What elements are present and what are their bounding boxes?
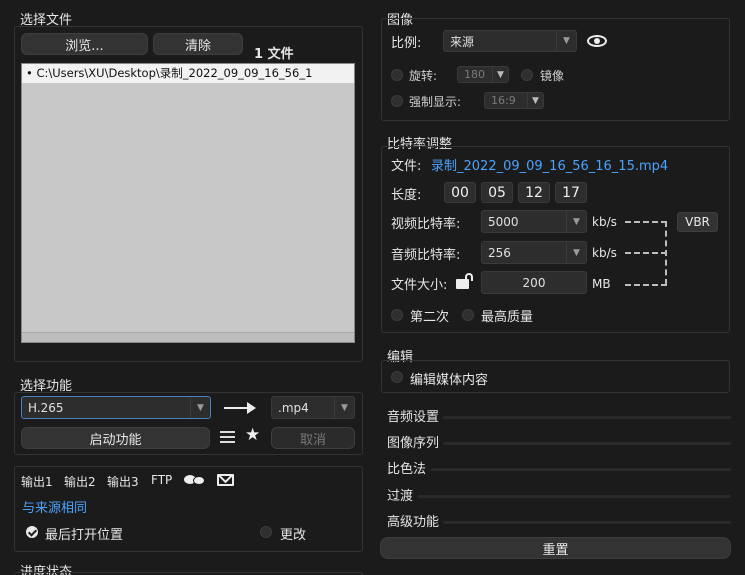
chevron-down-icon: ▼ xyxy=(556,31,576,51)
file-size-value: 200 xyxy=(522,275,546,290)
audio-bitrate-label: 音频比特率: xyxy=(391,248,461,263)
tab-output2[interactable]: 输出2 xyxy=(64,473,96,490)
start-function-button[interactable]: 启动功能 xyxy=(21,427,210,449)
section-label: 比色法 xyxy=(387,462,427,477)
mirror-label: 镜像 xyxy=(540,69,565,83)
length-hours[interactable]: 00 xyxy=(444,182,476,203)
length-frames[interactable]: 17 xyxy=(555,182,587,203)
change-label: 更改 xyxy=(280,528,307,543)
tab-output3[interactable]: 输出3 xyxy=(107,473,139,490)
star-icon[interactable]: ★ xyxy=(245,425,260,445)
file-list-item[interactable]: • C:\Users\XU\Desktop\录制_2022_09_09_16_5… xyxy=(22,64,354,83)
reset-button[interactable]: 重置 xyxy=(380,537,731,559)
length-minutes[interactable]: 05 xyxy=(481,182,513,203)
chevron-down-icon: ▼ xyxy=(566,211,586,232)
edit-media-radio[interactable] xyxy=(391,371,403,383)
file-list[interactable]: • C:\Users\XU\Desktop\录制_2022_09_09_16_5… xyxy=(21,63,355,343)
vbr-button[interactable]: VBR xyxy=(677,212,718,232)
link-line-audio xyxy=(625,252,667,254)
file-count: 1 文件 xyxy=(254,47,294,62)
open-last-label: 最后打开位置 xyxy=(45,528,124,543)
section-transition[interactable]: 过渡 xyxy=(387,485,731,504)
section-label: 高级功能 xyxy=(387,515,440,530)
tab-output1[interactable]: 输出1 xyxy=(21,473,53,490)
rotate-radio[interactable] xyxy=(391,69,403,81)
file-label: 文件: xyxy=(391,159,422,174)
edit-media-label: 编辑媒体内容 xyxy=(410,373,489,388)
change-radio[interactable] xyxy=(260,526,272,538)
video-unit: kb/s xyxy=(592,215,617,229)
rotate-value: 180 xyxy=(464,68,485,81)
audio-bitrate-value: 256 xyxy=(488,245,511,260)
chevron-down-icon: ▼ xyxy=(190,397,210,418)
chevron-down-icon: ▼ xyxy=(566,242,586,263)
section-label: 图像序列 xyxy=(387,436,440,451)
section-label: 过渡 xyxy=(387,489,414,504)
file-size-input[interactable]: 200 xyxy=(481,271,587,294)
section-label: 音频设置 xyxy=(387,410,440,425)
file-size-label: 文件大小: xyxy=(391,278,448,293)
lock-icon[interactable] xyxy=(456,273,476,289)
length-seconds[interactable]: 12 xyxy=(518,182,550,203)
section-image-sequence[interactable]: 图像序列 xyxy=(387,432,731,451)
same-as-source-link[interactable]: 与来源相同 xyxy=(22,497,87,516)
codec-value: H.265 xyxy=(28,400,64,415)
menu-icon[interactable] xyxy=(220,431,235,444)
file-list-hscrollbar[interactable] xyxy=(22,332,354,342)
chevron-down-icon: ▼ xyxy=(527,93,543,108)
video-bitrate-input[interactable]: 5000 ▼ xyxy=(481,210,587,233)
mirror-radio[interactable] xyxy=(521,69,533,81)
clear-button[interactable]: 清除 xyxy=(153,33,243,55)
bitrate-panel xyxy=(381,146,730,333)
second-pass-label: 第二次 xyxy=(410,310,450,325)
rotate-select[interactable]: 180 ▼ xyxy=(457,66,509,83)
force-display-radio[interactable] xyxy=(391,95,403,107)
ratio-value: 来源 xyxy=(450,34,475,49)
tab-ftp[interactable]: FTP xyxy=(151,473,172,487)
arrow-right-icon xyxy=(224,402,256,414)
audio-bitrate-input[interactable]: 256 ▼ xyxy=(481,241,587,264)
size-unit: MB xyxy=(592,277,611,291)
video-bitrate-value: 5000 xyxy=(488,214,519,229)
force-display-value: 16:9 xyxy=(491,94,516,107)
rotate-label: 旋转: xyxy=(409,69,438,83)
link-line-vertical xyxy=(665,221,667,285)
mail-icon[interactable] xyxy=(217,474,234,486)
force-display-label: 强制显示: xyxy=(409,95,462,109)
file-name-link[interactable]: 录制_2022_09_09_16_56_16_15.mp4 xyxy=(431,155,668,174)
section-colorimetry[interactable]: 比色法 xyxy=(387,458,731,477)
link-line-size xyxy=(625,284,667,286)
best-quality-radio[interactable] xyxy=(462,309,474,321)
section-advanced[interactable]: 高级功能 xyxy=(387,511,731,530)
codec-select[interactable]: H.265 ▼ xyxy=(21,396,211,419)
second-pass-radio[interactable] xyxy=(391,309,403,321)
format-value: .mp4 xyxy=(278,400,309,415)
section-audio-settings[interactable]: 音频设置 xyxy=(387,406,731,425)
link-line-video xyxy=(625,221,667,223)
best-quality-label: 最高质量 xyxy=(481,310,534,325)
force-display-select[interactable]: 16:9 ▼ xyxy=(484,92,544,109)
browse-button[interactable]: 浏览... xyxy=(21,33,148,55)
chevron-down-icon: ▼ xyxy=(492,67,508,82)
chevron-down-icon: ▼ xyxy=(334,397,354,418)
ratio-select[interactable]: 来源 ▼ xyxy=(443,30,577,52)
format-select[interactable]: .mp4 ▼ xyxy=(271,396,355,419)
cancel-button[interactable]: 取消 xyxy=(271,427,355,449)
eye-icon[interactable] xyxy=(587,35,607,47)
video-bitrate-label: 视频比特率: xyxy=(391,217,461,232)
wechat-icon[interactable] xyxy=(184,474,206,485)
ratio-label: 比例: xyxy=(391,36,422,51)
length-label: 长度: xyxy=(391,188,422,203)
open-last-radio[interactable] xyxy=(26,526,38,538)
audio-unit: kb/s xyxy=(592,246,617,260)
